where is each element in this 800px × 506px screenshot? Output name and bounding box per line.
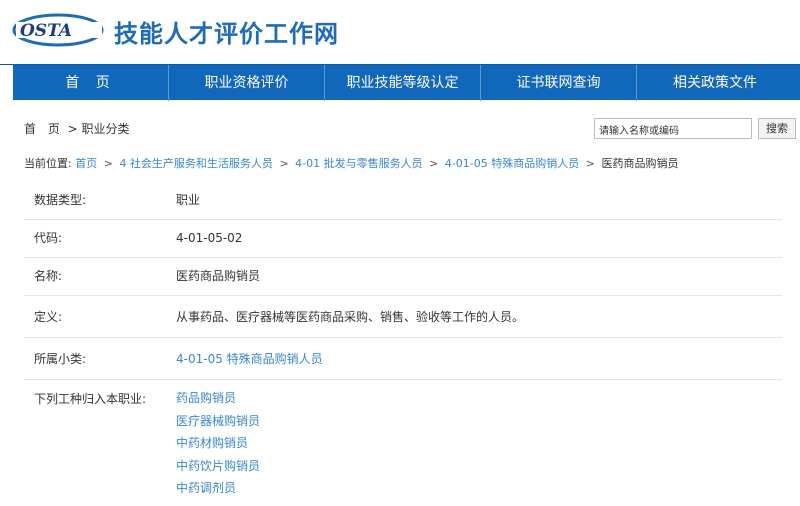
detail-row-data-type: 数据类型: 职业 [24, 182, 782, 220]
subtype-list: 药品购销员 医疗器械购销员 中药材购销员 中药饮片购销员 中药调剂员 [176, 380, 782, 500]
detail-row-definition: 定义: 从事药品、医疗器械等医药商品采购、销售、验收等工作的人员。 [24, 296, 782, 338]
svg-text:OSTA: OSTA [20, 21, 72, 41]
detail-row-category: 所属小类: 4-01-05 特殊商品购销人员 [24, 338, 782, 380]
breadcrumb: 首 页 > 职业分类 [24, 120, 130, 137]
breadcrumb-current: 职业分类 [81, 122, 130, 136]
location-breadcrumb: 当前位置: 首页 > 4 社会生产服务和生活服务人员 > 4-01 批发与零售服… [24, 155, 679, 171]
site-title[interactable]: 技能人才评价工作网 [114, 14, 339, 49]
detail-value: 医药商品购销员 [176, 269, 261, 283]
detail-label: 数据类型: [34, 193, 87, 207]
nav-item-policy[interactable]: 相关政策文件 [637, 65, 793, 101]
main-nav: 首 页 职业资格评价 职业技能等级认定 证书联网查询 相关政策文件 [0, 64, 800, 101]
osta-logo[interactable]: OSTA [12, 10, 107, 50]
subtype-link[interactable]: 中药调剂员 [176, 477, 782, 500]
location-separator: > [279, 157, 289, 170]
detail-label: 名称: [34, 269, 63, 283]
detail-label: 代码: [34, 231, 63, 245]
detail-value: 从事药品、医疗器械等医药商品采购、销售、验收等工作的人员。 [176, 310, 525, 324]
location-link-minor[interactable]: 4-01-05 特殊商品购销人员 [445, 157, 579, 170]
location-separator: > [429, 157, 439, 170]
location-label: 当前位置: [24, 157, 72, 170]
search-button[interactable]: 搜索 [758, 118, 796, 139]
location-link-major[interactable]: 4 社会生产服务和生活服务人员 [119, 157, 273, 170]
subtype-link[interactable]: 中药材购销员 [176, 432, 782, 455]
subtype-link[interactable]: 医疗器械购销员 [176, 410, 782, 433]
detail-value: 4-01-05-02 [176, 231, 243, 245]
topbar: 首 页 > 职业分类 请输入名称或编码 搜索 [24, 118, 796, 140]
location-separator: > [585, 157, 595, 170]
header: OSTA 技能人才评价工作网 [0, 0, 800, 64]
category-link[interactable]: 4-01-05 特殊商品购销人员 [176, 338, 782, 379]
location-current: 医药商品购销员 [601, 157, 679, 170]
search-input[interactable]: 请输入名称或编码 [594, 118, 752, 139]
nav-item-qualification[interactable]: 职业资格评价 [169, 65, 325, 101]
detail-row-name: 名称: 医药商品购销员 [24, 258, 782, 296]
nav-gap [0, 65, 13, 101]
detail-label: 下列工种归入本职业: [34, 392, 147, 406]
nav-item-skill-level[interactable]: 职业技能等级认定 [325, 65, 481, 101]
subtype-link[interactable]: 药品购销员 [176, 387, 782, 410]
detail-value: 职业 [176, 193, 201, 207]
nav-item-home[interactable]: 首 页 [13, 65, 169, 101]
breadcrumb-separator: > [67, 122, 78, 136]
detail-row-code: 代码: 4-01-05-02 [24, 220, 782, 258]
location-link-home[interactable]: 首页 [75, 157, 97, 170]
breadcrumb-home[interactable]: 首 页 [24, 122, 64, 136]
detail-row-subtypes: 下列工种归入本职业: 药品购销员 医疗器械购销员 中药材购销员 中药饮片购销员 … [24, 380, 782, 500]
occupation-detail-table: 数据类型: 职业 代码: 4-01-05-02 名称: 医药商品购销员 定义: … [24, 182, 782, 500]
detail-label: 定义: [34, 310, 63, 324]
detail-label: 所属小类: [34, 352, 87, 366]
nav-item-certificate-query[interactable]: 证书联网查询 [481, 65, 637, 101]
subtype-link[interactable]: 中药饮片购销员 [176, 455, 782, 478]
location-link-medium[interactable]: 4-01 批发与零售服务人员 [295, 157, 422, 170]
location-separator: > [103, 157, 113, 170]
